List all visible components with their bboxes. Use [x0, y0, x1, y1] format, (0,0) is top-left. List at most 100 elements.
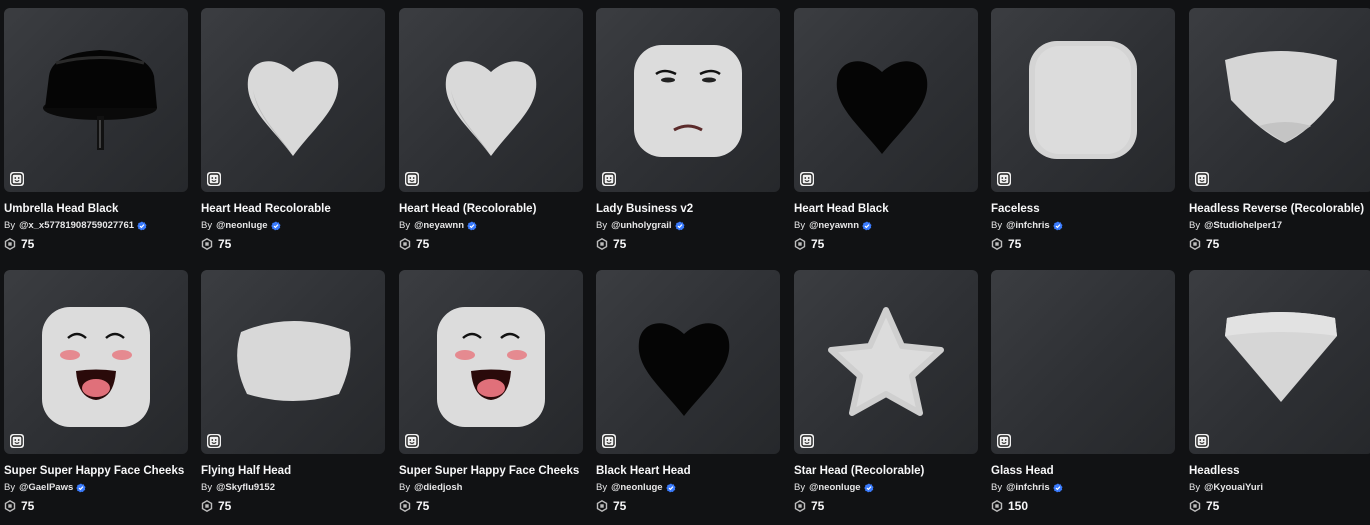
item-thumbnail[interactable]: [991, 8, 1175, 192]
item-title[interactable]: Faceless: [991, 202, 1175, 216]
creator-by-label: By: [991, 220, 1003, 231]
creator-by-label: By: [1189, 220, 1201, 231]
item-title[interactable]: Glass Head: [991, 464, 1175, 478]
verified-badge-icon: [137, 221, 147, 231]
robux-icon: [201, 237, 213, 251]
item-thumbnail[interactable]: [1189, 8, 1370, 192]
item-title[interactable]: Flying Half Head: [201, 464, 385, 478]
item-card[interactable]: Headless By @KyouaiYuri 75: [1189, 270, 1370, 513]
price-value: 75: [811, 499, 825, 513]
creator-link[interactable]: @neonluge: [809, 482, 861, 494]
item-creator: By @Studiohelper17: [1189, 220, 1370, 232]
item-card[interactable]: Heart Head Recolorable By @neonluge 75: [201, 8, 385, 251]
item-price: 75: [1189, 499, 1370, 513]
item-thumbnail[interactable]: [4, 8, 188, 192]
item-thumbnail[interactable]: [1189, 270, 1370, 454]
item-title[interactable]: Super Super Happy Face Cheeks: [4, 464, 188, 478]
creator-by-label: By: [596, 220, 608, 231]
robux-icon: [399, 499, 411, 513]
item-price: 75: [794, 237, 978, 251]
item-card[interactable]: Lady Business v2 By @unholygrail 75: [596, 8, 780, 251]
robux-icon: [991, 499, 1003, 513]
item-title[interactable]: Heart Head (Recolorable): [399, 202, 583, 216]
creator-by-label: By: [4, 220, 16, 231]
creator-link[interactable]: @neonluge: [216, 220, 268, 232]
creator-link[interactable]: @neonluge: [611, 482, 663, 494]
item-thumbnail[interactable]: [201, 8, 385, 192]
item-title[interactable]: Lady Business v2: [596, 202, 780, 216]
item-title[interactable]: Headless: [1189, 464, 1370, 478]
item-price: 75: [991, 237, 1175, 251]
item-price: 75: [201, 237, 385, 251]
price-value: 150: [1008, 499, 1029, 513]
item-title[interactable]: Umbrella Head Black: [4, 202, 188, 216]
item-card[interactable]: Heart Head (Recolorable) By @neyawnn 75: [399, 8, 583, 251]
item-thumbnail[interactable]: [596, 270, 780, 454]
item-card[interactable]: Heart Head Black By @neyawnn 75: [794, 8, 978, 251]
item-thumbnail[interactable]: [596, 8, 780, 192]
price-value: 75: [21, 237, 35, 251]
creator-link[interactable]: @infchris: [1006, 220, 1050, 232]
item-creator: By @infchris: [991, 220, 1175, 232]
creator-link[interactable]: @x_x57781908759027761: [19, 220, 134, 232]
creator-by-label: By: [399, 482, 411, 493]
creator-by-label: By: [596, 482, 608, 493]
avatar-face-icon: [997, 434, 1011, 448]
item-thumbnail[interactable]: [794, 270, 978, 454]
item-card[interactable]: Glass Head By @infchris 150: [991, 270, 1175, 513]
item-creator: By @GaelPaws: [4, 482, 188, 494]
robux-icon: [596, 499, 608, 513]
avatar-face-icon: [1195, 434, 1209, 448]
item-thumbnail[interactable]: [991, 270, 1175, 454]
creator-link[interactable]: @infchris: [1006, 482, 1050, 494]
creator-by-label: By: [1189, 482, 1201, 493]
creator-link[interactable]: @diedjosh: [414, 482, 462, 494]
price-value: 75: [218, 237, 232, 251]
item-creator: By @neyawnn: [399, 220, 583, 232]
price-value: 75: [21, 499, 35, 513]
item-title[interactable]: Heart Head Recolorable: [201, 202, 385, 216]
creator-link[interactable]: @unholygrail: [611, 220, 671, 232]
avatar-face-icon: [602, 434, 616, 448]
creator-link[interactable]: @GaelPaws: [19, 482, 73, 494]
item-image: [247, 61, 339, 157]
item-card[interactable]: Headless Reverse (Recolorable) By @Studioh…: [1189, 8, 1370, 251]
creator-by-label: By: [794, 482, 806, 493]
price-value: 75: [416, 237, 430, 251]
creator-by-label: By: [794, 220, 806, 231]
item-thumbnail[interactable]: [794, 8, 978, 192]
robux-icon: [4, 499, 16, 513]
price-value: 75: [613, 237, 627, 251]
item-price: 75: [399, 499, 583, 513]
item-title[interactable]: Black Heart Head: [596, 464, 780, 478]
robux-icon: [991, 237, 1003, 251]
item-card[interactable]: Star Head (Recolorable) By @neonluge 75: [794, 270, 978, 513]
item-creator: By @neonluge: [596, 482, 780, 494]
creator-link[interactable]: @neyawnn: [809, 220, 859, 232]
item-price: 75: [596, 237, 780, 251]
creator-link[interactable]: @KyouaiYuri: [1204, 482, 1263, 494]
verified-badge-icon: [863, 483, 874, 493]
item-title[interactable]: Heart Head Black: [794, 202, 978, 216]
item-card[interactable]: Faceless By @infchris 75: [991, 8, 1175, 251]
item-image: [1225, 51, 1337, 143]
item-price: 150: [991, 499, 1175, 513]
item-title[interactable]: Headless Reverse (Recolorable): [1189, 202, 1370, 216]
item-card[interactable]: Super Super Happy Face Cheeks By @GaelPaws…: [4, 270, 188, 513]
item-creator: By @unholygrail: [596, 220, 780, 232]
item-thumbnail[interactable]: [399, 8, 583, 192]
creator-link[interactable]: @Skyflu9152: [216, 482, 275, 494]
item-card[interactable]: Umbrella Head Black By @x_x577819087590277…: [4, 8, 188, 251]
item-thumbnail[interactable]: [201, 270, 385, 454]
item-card[interactable]: Super Super Happy Face Cheeks By @diedjosh…: [399, 270, 583, 513]
item-price: 75: [201, 499, 385, 513]
item-creator: By @neonluge: [794, 482, 978, 494]
item-title[interactable]: Super Super Happy Face Cheeks: [399, 464, 583, 478]
creator-link[interactable]: @neyawnn: [414, 220, 464, 232]
item-thumbnail[interactable]: [4, 270, 188, 454]
item-title[interactable]: Star Head (Recolorable): [794, 464, 978, 478]
item-card[interactable]: Flying Half Head By @Skyflu9152 75: [201, 270, 385, 513]
item-thumbnail[interactable]: [399, 270, 583, 454]
creator-link[interactable]: @Studiohelper17: [1204, 220, 1282, 232]
item-card[interactable]: Black Heart Head By @neonluge 75: [596, 270, 780, 513]
